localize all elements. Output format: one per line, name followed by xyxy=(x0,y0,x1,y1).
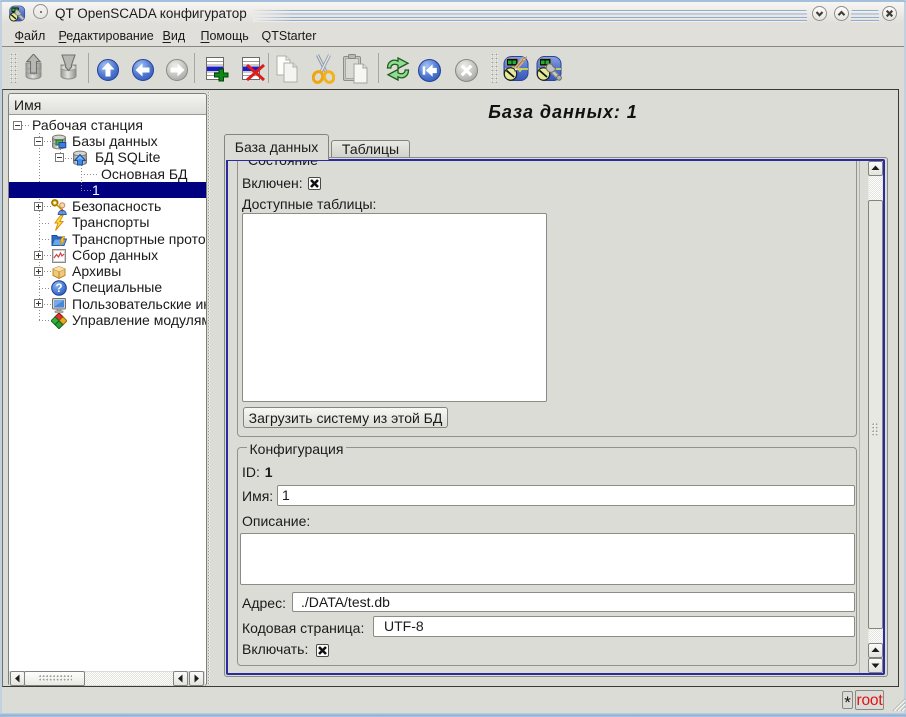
svg-text:?: ? xyxy=(55,283,62,295)
